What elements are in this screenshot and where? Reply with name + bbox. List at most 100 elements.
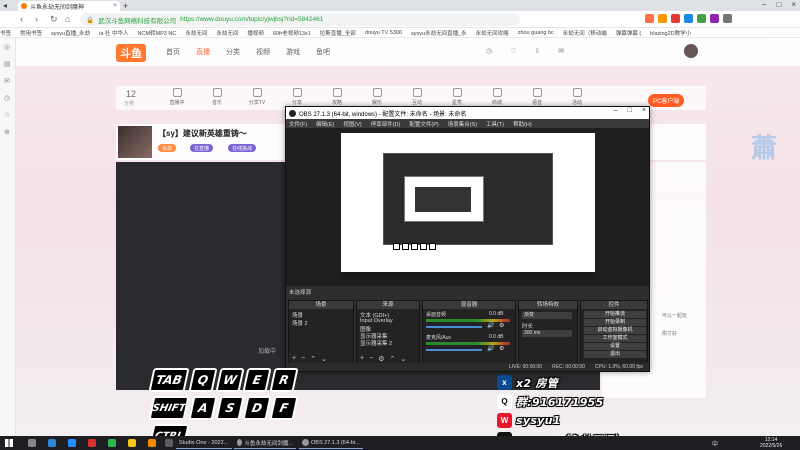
app-icon[interactable]	[165, 439, 173, 447]
taskbar-app-browser[interactable]: 斗鱼永劫无间剑魔...	[234, 437, 296, 449]
bookmark-item[interactable]: 弹幕弹幕 (	[616, 29, 641, 37]
tab-menu-icon[interactable]: ◂	[3, 1, 7, 10]
app-icon[interactable]	[148, 439, 156, 447]
douyu-logo[interactable]: 斗鱼	[116, 44, 146, 62]
room-tag[interactable]: 永劫	[158, 144, 177, 152]
taskbar-app-studio-one[interactable]: Studio One - 2022...	[176, 437, 232, 449]
sidebar-icon[interactable]: ✉	[4, 77, 10, 85]
room-tag[interactable]: 在线挑战	[228, 144, 257, 152]
obs-menu-item[interactable]: 文件(F)	[289, 120, 307, 128]
category-item[interactable]: 活动	[562, 88, 592, 106]
extension-icon[interactable]	[645, 14, 654, 23]
sidebar-icon[interactable]: ◷	[4, 94, 10, 102]
settings-button[interactable]: 设置	[584, 343, 646, 350]
obs-menu-item[interactable]: 编辑(E)	[316, 120, 334, 128]
user-avatar[interactable]	[684, 44, 698, 58]
duration-input[interactable]: 300 ms	[522, 330, 572, 337]
bookmark-item[interactable]: 书签	[0, 29, 11, 37]
obs-menu-item[interactable]: 停靠部件(D)	[371, 120, 401, 128]
bookmark-item[interactable]: 拉斯直播_全部	[320, 29, 356, 37]
obs-menu-item[interactable]: 视图(V)	[343, 120, 361, 128]
sidebar-icon[interactable]: ⊕	[4, 128, 10, 136]
back-icon[interactable]: ‹	[20, 14, 23, 24]
bookmark-item[interactable]: 永劫无间	[216, 29, 238, 37]
start-streaming-button[interactable]: 开始推流	[584, 311, 646, 318]
extension-icon[interactable]	[684, 14, 693, 23]
bookmark-item[interactable]: blazing2D教学小	[650, 29, 691, 37]
obs-preview[interactable]	[341, 133, 595, 278]
nav-item[interactable]: 首页	[166, 47, 180, 57]
category-item[interactable]: 娱乐	[362, 88, 392, 106]
start-recording-button[interactable]: 开始录制	[584, 319, 646, 326]
streamer-avatar[interactable]	[118, 126, 152, 158]
forward-icon[interactable]: ›	[35, 14, 38, 24]
sidebar-icon[interactable]: ☆	[4, 111, 10, 119]
bookmark-item[interactable]: 永劫无间攻略	[476, 29, 509, 37]
obs-menu-item[interactable]: 工具(T)	[486, 120, 504, 128]
bookmark-item[interactable]: sysyu直播_永劫	[51, 29, 90, 37]
settings-icon[interactable]: ⚙	[378, 355, 384, 363]
follow-icon[interactable]: ♡	[510, 47, 516, 55]
bookmark-item[interactable]: ia 社 中华人	[99, 29, 128, 37]
move-up-icon[interactable]: ⌃	[389, 355, 395, 363]
bookmark-item[interactable]: zhou guang bc	[518, 30, 554, 36]
edge-icon[interactable]	[68, 439, 76, 447]
app-icon[interactable]	[48, 439, 56, 447]
speaker-icon[interactable]: 🔊	[487, 322, 494, 329]
wechat-icon[interactable]	[108, 439, 116, 447]
start-icon[interactable]	[5, 439, 13, 447]
category-item[interactable]: 分享TV	[242, 88, 272, 106]
gear-icon[interactable]: ⚙	[499, 322, 504, 329]
scene-item[interactable]: 场景 2	[292, 319, 308, 327]
taskbar-app-obs[interactable]: OBS 27.1.3 (64-bi...	[299, 437, 363, 449]
speaker-icon[interactable]: 🔊	[487, 345, 494, 352]
close-window-icon[interactable]: ×	[642, 107, 646, 114]
nav-item[interactable]: 直播	[196, 47, 210, 57]
nav-item[interactable]: 鱼吧	[316, 47, 330, 57]
browser-tab[interactable]: 斗鱼永劫无间剑魔神 ×	[18, 1, 120, 11]
room-tag[interactable]: 在直播	[190, 144, 214, 152]
taskbar-clock[interactable]: 12:14 2022/5/26	[760, 437, 782, 449]
move-down-icon[interactable]: ⌄	[321, 355, 327, 363]
url-input[interactable]: 🔒 武汉斗鱼网络科技有限公司 https://www.douyu.com/top…	[80, 13, 520, 26]
category-item[interactable]: 语音	[522, 88, 552, 106]
new-tab-icon[interactable]: +	[123, 1, 128, 11]
bookmark-item[interactable]: 播视频	[247, 29, 264, 37]
app-icon[interactable]	[88, 439, 96, 447]
bookmark-item[interactable]: 60fr老视频13x1	[273, 29, 311, 37]
home-icon[interactable]: ⌂	[65, 14, 70, 24]
move-down-icon[interactable]: ⌄	[400, 355, 406, 363]
obs-menu-item[interactable]: 配置文件(P)	[409, 120, 438, 128]
history-icon[interactable]: ◷	[486, 47, 492, 55]
search-icon[interactable]	[28, 439, 36, 447]
add-icon[interactable]: +	[360, 355, 364, 363]
obs-menu-item[interactable]: 场景集合(S)	[448, 120, 477, 128]
remove-icon[interactable]: −	[301, 355, 305, 363]
source-item[interactable]: 显示器采集 2	[360, 339, 392, 347]
sidebar-icon[interactable]: ◎	[4, 43, 10, 51]
move-up-icon[interactable]: ⌃	[310, 355, 316, 363]
bookmark-item[interactable]: 永劫无间（移动端	[563, 29, 607, 37]
nav-item[interactable]: 分类	[226, 47, 240, 57]
category-item[interactable]: 攻略	[322, 88, 352, 106]
menu-icon[interactable]	[723, 14, 732, 23]
nav-item[interactable]: 视频	[256, 47, 270, 57]
category-item[interactable]: 互动	[402, 88, 432, 106]
bookmark-item[interactable]: sysyu永劫无间直播_永	[411, 29, 467, 37]
minimize-icon[interactable]: –	[614, 107, 618, 114]
volume-slider[interactable]	[426, 326, 482, 328]
bookmark-item[interactable]: NCM转MP3 NC	[138, 29, 177, 37]
category-item[interactable]: 直播中	[162, 88, 192, 106]
sidebar-icon[interactable]: ▤	[4, 60, 11, 68]
category-item[interactable]: 商城	[482, 88, 512, 106]
maximize-icon[interactable]: □	[628, 107, 632, 114]
folder-icon[interactable]	[128, 439, 136, 447]
gear-icon[interactable]: ⚙	[499, 345, 504, 352]
bookmark-item[interactable]: 永劫无间	[185, 29, 207, 37]
message-icon[interactable]: ✉	[558, 47, 564, 55]
bookmark-item[interactable]: douyu TV 5306	[365, 30, 402, 36]
remove-icon[interactable]: −	[369, 355, 373, 363]
category-item[interactable]: 星秀	[442, 88, 472, 106]
extension-icon[interactable]	[658, 14, 667, 23]
scene-item[interactable]: 场景	[292, 311, 303, 319]
